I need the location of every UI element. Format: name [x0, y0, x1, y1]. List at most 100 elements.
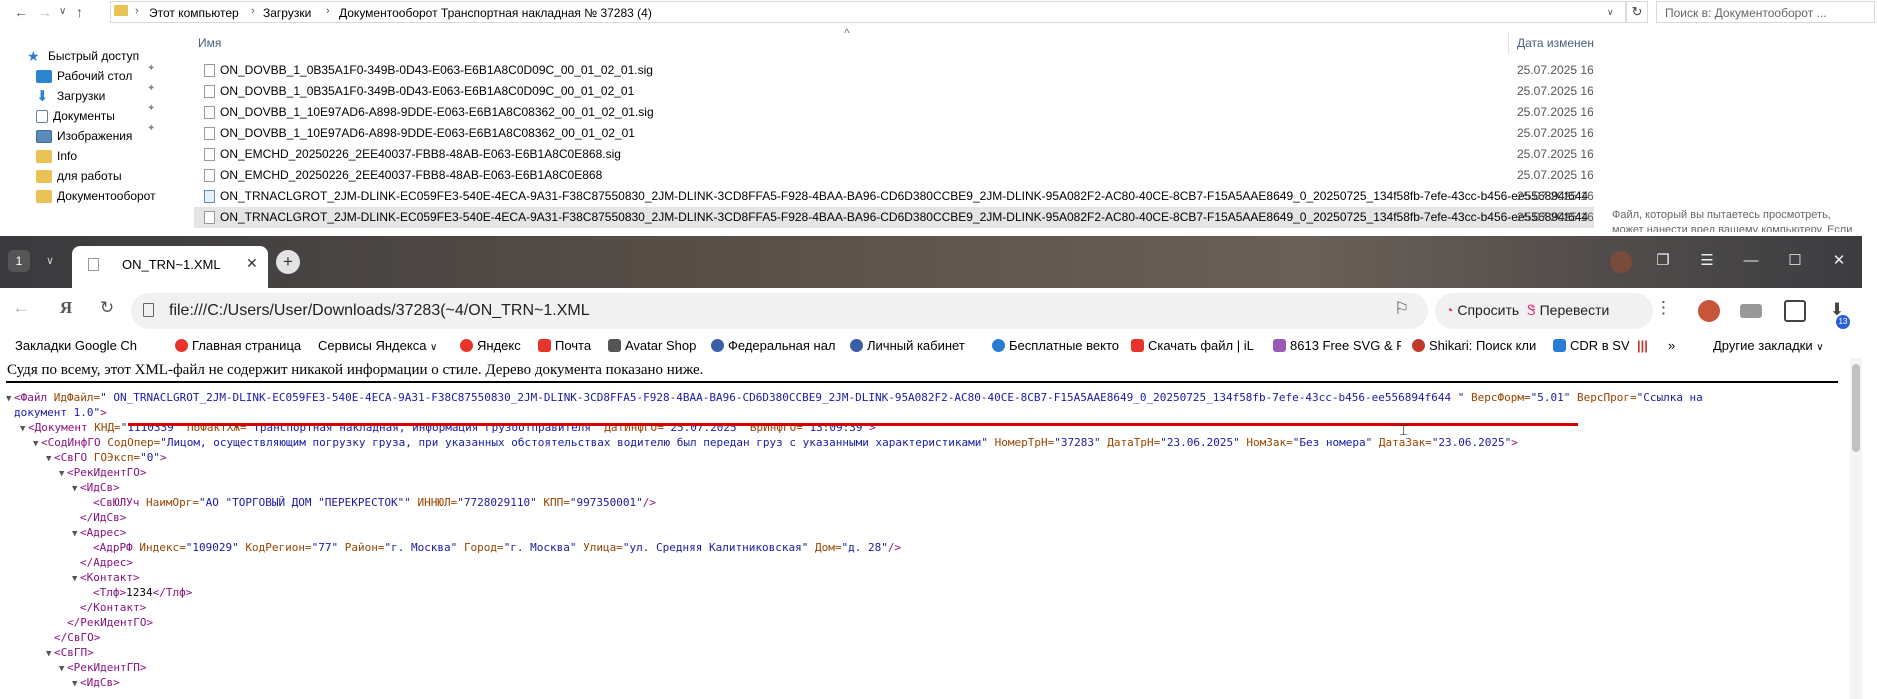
sidebar-item-for-work[interactable]: для работы — [36, 166, 122, 186]
xml-value: "Ссылка на — [1636, 391, 1703, 404]
bookmark-item[interactable]: Личный кабинет — [850, 338, 975, 353]
collapse-triangle-icon[interactable]: ▼ — [72, 527, 80, 542]
bookmark-item[interactable]: Скачать файл | iL — [1131, 338, 1261, 353]
tax-icon — [711, 339, 724, 352]
bookmark-label: CDR в SV — [1570, 338, 1629, 353]
xml-tag: <СвЮЛУч — [93, 496, 140, 509]
file-row[interactable]: ON_EMCHD_20250226_2EE40037-FBB8-48AB-E06… — [194, 144, 1594, 165]
bookmark-item[interactable]: 8613 Free SVG & P — [1273, 338, 1401, 353]
file-name: ON_TRNACLGROT_2JM-DLINK-EC059FE3-540E-4E… — [220, 210, 1589, 224]
bookmark-item[interactable]: Яндекс — [460, 338, 530, 353]
back-arrow-icon[interactable]: ← — [8, 298, 34, 318]
xml-attr: НомЗак= — [1246, 436, 1293, 449]
sidebar-item-pictures[interactable]: Изображения — [36, 126, 132, 146]
back-arrow-icon[interactable]: ← — [14, 4, 28, 20]
collapse-triangle-icon[interactable]: ▼ — [6, 392, 14, 407]
new-tab-plus-icon[interactable]: + — [276, 250, 300, 274]
forward-arrow-icon[interactable]: → — [38, 4, 52, 20]
avatar[interactable] — [1610, 251, 1632, 273]
menu-icon[interactable]: ☰ — [1692, 248, 1722, 274]
xml-line: ▼ <СодИнфГО СодОпер="Лицом, осуществляющи… — [33, 435, 1518, 452]
bookmark-item[interactable]: Бесплатные векто — [992, 338, 1120, 353]
sidebar-item-documents[interactable]: Документы — [36, 106, 115, 126]
xml-tag: </Тлф> — [152, 586, 193, 599]
chevron-down-icon[interactable]: ∨ — [40, 250, 60, 272]
tab-count-button[interactable]: 1 — [8, 250, 30, 272]
file-row[interactable]: ON_EMCHD_20250226_2EE40037-FBB8-48AB-E06… — [194, 165, 1594, 186]
extension-icon[interactable] — [1698, 300, 1720, 322]
bookmark-item[interactable]: Главная страница — [175, 338, 303, 353]
pin-icon: ✦ — [147, 103, 156, 114]
chart-bookmark-icon[interactable]: ||| — [1637, 338, 1648, 353]
collapse-triangle-icon[interactable]: ▼ — [46, 647, 54, 662]
collapse-triangle-icon[interactable]: ▼ — [72, 677, 80, 692]
reload-icon[interactable]: ↻ — [94, 298, 120, 318]
close-icon[interactable]: ✕ — [246, 255, 258, 272]
maximize-icon[interactable]: ☐ — [1780, 248, 1810, 274]
file-row[interactable]: ON_DOVBB_1_10E97AD6-A898-9DDE-E063-E6B1A… — [194, 102, 1594, 123]
sidebar-item-docflow[interactable]: Документооборот — [36, 186, 156, 206]
ask-button[interactable]: ◔ Спросить — [1445, 302, 1519, 318]
column-header-name[interactable]: Имя — [198, 36, 221, 50]
xml-value: "ул. Средняя Калитниковская" — [622, 541, 809, 554]
xml-attr: ИдФайл= — [53, 391, 101, 404]
breadcrumb-this-pc[interactable]: Этот компьютер — [149, 6, 239, 20]
collapse-triangle-icon[interactable]: ▼ — [20, 422, 28, 437]
bookmarks-panel-icon[interactable]: ❐ — [1648, 248, 1678, 274]
collapse-triangle-icon[interactable]: ▼ — [46, 452, 54, 467]
breadcrumb-current-folder[interactable]: Документооборот Транспортная накладная №… — [339, 6, 652, 20]
collapse-triangle-icon[interactable]: ▼ — [33, 437, 41, 452]
explorer-address-bar[interactable]: › Этот компьютер › Загрузки › Документоо… — [110, 1, 1626, 23]
file-row[interactable]: ON_DOVBB_1_0B35A1F0-349B-0D43-E063-E6B1A… — [194, 81, 1594, 102]
collections-icon[interactable] — [1784, 300, 1806, 322]
sidebar-item-quick-access[interactable]: ★ Быстрый доступ — [27, 46, 139, 66]
xml-tag: <Файл — [14, 391, 48, 404]
refresh-icon[interactable]: ↻ — [1626, 1, 1648, 23]
minimize-icon[interactable]: — — [1736, 248, 1766, 274]
bookmark-item[interactable]: Федеральная нал — [711, 338, 835, 353]
file-date: 25.07.2025 16: — [1517, 126, 1593, 140]
bookmark-item[interactable]: CDR в SV — [1553, 338, 1629, 353]
url-text[interactable]: file:///C:/Users/User/Downloads/37283(~4… — [169, 302, 590, 320]
more-vertical-icon[interactable]: ⋮ — [1655, 298, 1672, 318]
scrollbar-thumb[interactable] — [1852, 364, 1860, 452]
file-row-selected[interactable]: ON_TRNACLGROT_2JM-DLINK-EC059FE3-540E-4E… — [194, 207, 1594, 228]
vertical-scrollbar[interactable] — [1850, 358, 1862, 699]
file-row[interactable]: ON_TRNACLGROT_2JM-DLINK-EC059FE3-540E-4E… — [194, 186, 1594, 207]
tab-active[interactable]: ON_TRN~1.XML ✕ — [72, 246, 268, 288]
up-arrow-icon[interactable]: ↑ — [76, 4, 83, 20]
translate-button[interactable]: Ꮥ Перевести — [1527, 302, 1609, 319]
extension-icon[interactable] — [1740, 304, 1762, 318]
column-header-date[interactable]: Дата изменен — [1517, 36, 1594, 50]
explorer-search-input[interactable]: Поиск в: Документооборот ... — [1656, 1, 1875, 23]
bookmark-icon[interactable]: ⚐ — [1394, 299, 1409, 319]
bookmark-item[interactable]: Закладки Google Ch — [15, 338, 170, 353]
folder-icon — [114, 5, 128, 16]
sidebar-item-downloads[interactable]: ⬇ Загрузки — [36, 86, 105, 106]
address-dropdown-chevron-icon[interactable]: ∨ — [1607, 7, 1614, 18]
yandex-logo-icon[interactable]: Я — [53, 298, 79, 318]
recent-locations-chevron-icon[interactable]: ∨ — [59, 6, 66, 17]
bookmarks-overflow-chevron-icon[interactable]: » — [1668, 338, 1675, 353]
bookmark-item[interactable]: Avatar Shop — [608, 338, 703, 353]
close-window-icon[interactable]: ✕ — [1824, 248, 1854, 274]
collapse-triangle-icon[interactable]: ▼ — [59, 662, 67, 677]
collapse-triangle-icon[interactable]: ▼ — [72, 482, 80, 497]
bookmark-item[interactable]: Shikari: Поиск кли — [1412, 338, 1540, 353]
bookmark-item[interactable]: Сервисы Яндекса ∨ — [318, 338, 448, 353]
sidebar-item-desktop[interactable]: Рабочий стол — [36, 66, 132, 86]
breadcrumb-downloads[interactable]: Загрузки — [263, 6, 311, 20]
sidebar-item-info[interactable]: Info — [36, 146, 77, 166]
xml-attr: ВерсПрог= — [1576, 391, 1637, 404]
xml-tag: <РекИдентГО> — [67, 466, 147, 479]
collapse-triangle-icon[interactable]: ▼ — [59, 467, 67, 482]
collapse-triangle-icon[interactable]: ▼ — [72, 572, 80, 587]
xml-value: "Без номера" — [1292, 436, 1373, 449]
file-date: 25.07.2025 16: — [1517, 105, 1593, 119]
bookmark-item[interactable]: Почта — [538, 338, 600, 353]
file-row[interactable]: ON_DOVBB_1_0B35A1F0-349B-0D43-E063-E6B1A… — [194, 60, 1594, 81]
address-bar[interactable]: file:///C:/Users/User/Downloads/37283(~4… — [131, 293, 1428, 329]
file-row[interactable]: ON_DOVBB_1_10E97AD6-A898-9DDE-E063-E6B1A… — [194, 123, 1594, 144]
column-divider[interactable] — [1508, 32, 1509, 54]
other-bookmarks[interactable]: Другие закладки ∨ — [1713, 338, 1824, 353]
